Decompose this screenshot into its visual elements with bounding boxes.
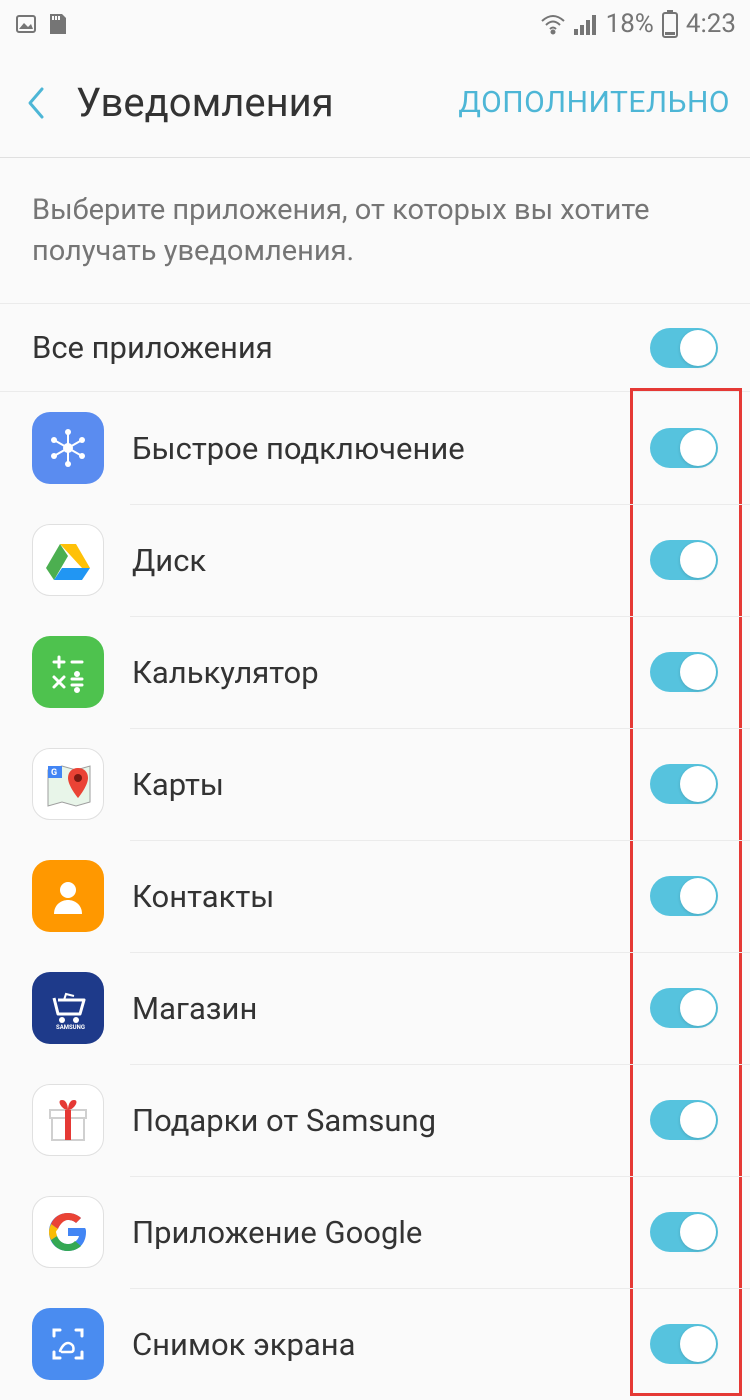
list-item[interactable]: G Карты: [0, 728, 750, 840]
section-description: Выберите приложения, от которых вы хотит…: [0, 158, 750, 304]
list-item[interactable]: SAMSUNG Магазин: [0, 952, 750, 1064]
app-toggle[interactable]: [650, 1324, 718, 1364]
app-name-label: Быстрое подключение: [132, 430, 465, 467]
clock-time: 4:23: [686, 9, 736, 39]
app-toggle[interactable]: [650, 764, 718, 804]
screenshot-icon: [32, 1308, 104, 1380]
app-name-label: Диск: [132, 542, 206, 579]
all-apps-row[interactable]: Все приложения: [0, 304, 750, 392]
list-item[interactable]: Диск: [0, 504, 750, 616]
app-list: Быстрое подключение Диск Калькулятор G К…: [0, 392, 750, 1400]
battery-icon: [662, 10, 678, 38]
list-item[interactable]: Контакты: [0, 840, 750, 952]
header-action-more[interactable]: ДОПОЛНИТЕЛЬНО: [458, 85, 730, 120]
app-toggle[interactable]: [650, 540, 718, 580]
list-item[interactable]: Снимок экрана: [0, 1288, 750, 1400]
store-icon: SAMSUNG: [32, 972, 104, 1044]
calculator-icon: [32, 636, 104, 708]
app-name-label: Калькулятор: [132, 654, 319, 691]
app-toggle[interactable]: [650, 428, 718, 468]
app-toggle[interactable]: [650, 988, 718, 1028]
app-name-label: Карты: [132, 766, 224, 803]
app-name-label: Контакты: [132, 878, 274, 915]
google-icon: [32, 1196, 104, 1268]
all-apps-label: Все приложения: [32, 329, 273, 366]
back-button[interactable]: [24, 79, 72, 127]
page-title: Уведомления: [76, 79, 334, 126]
app-name-label: Приложение Google: [132, 1214, 422, 1251]
quick-connect-icon: [32, 412, 104, 484]
status-bar: 18% 4:23: [0, 0, 750, 48]
image-icon: [14, 12, 38, 36]
sd-card-icon: [46, 12, 68, 36]
app-name-label: Подарки от Samsung: [132, 1102, 436, 1139]
svg-text:SAMSUNG: SAMSUNG: [56, 1024, 85, 1031]
drive-icon: [32, 524, 104, 596]
signal-icon: [574, 13, 598, 35]
app-toggle[interactable]: [650, 1212, 718, 1252]
list-item[interactable]: Подарки от Samsung: [0, 1064, 750, 1176]
all-apps-toggle[interactable]: [650, 328, 718, 368]
app-toggle[interactable]: [650, 652, 718, 692]
contacts-icon: [32, 860, 104, 932]
header: Уведомления ДОПОЛНИТЕЛЬНО: [0, 48, 750, 158]
wifi-icon: [540, 13, 566, 35]
list-item[interactable]: Приложение Google: [0, 1176, 750, 1288]
app-name-label: Снимок экрана: [132, 1326, 356, 1363]
list-item[interactable]: Калькулятор: [0, 616, 750, 728]
app-toggle[interactable]: [650, 1100, 718, 1140]
gifts-icon: [32, 1084, 104, 1156]
list-item[interactable]: Быстрое подключение: [0, 392, 750, 504]
battery-percent: 18%: [606, 9, 654, 39]
app-name-label: Магазин: [132, 990, 257, 1027]
app-toggle[interactable]: [650, 876, 718, 916]
maps-icon: G: [32, 748, 104, 820]
svg-text:G: G: [51, 768, 57, 778]
